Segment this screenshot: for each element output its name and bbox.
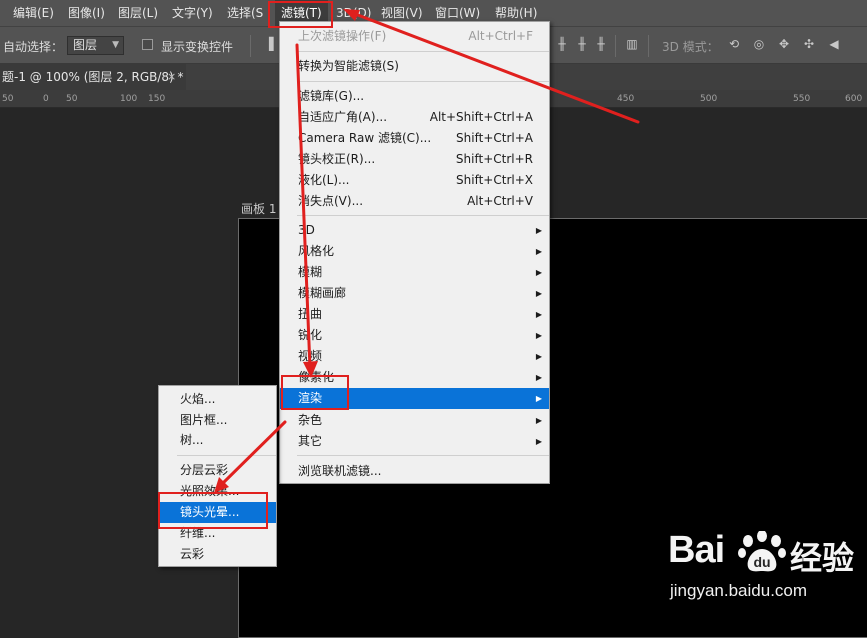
watermark-brand: Bai [668,529,725,571]
baidu-jingyan-watermark: Bai du 经验 jingyan.baidu.com [668,529,863,609]
watermark-brand-cn: 经验 [790,539,855,577]
annotation-arrow-to-lens-flare [218,420,287,488]
annotation-arrow-to-filter [348,10,640,124]
arrowhead-icon [343,9,360,21]
paw-icon: du [738,531,786,572]
watermark-site: jingyan.baidu.com [670,581,808,600]
arrowhead-icon [303,361,318,378]
svg-text:du: du [753,554,770,570]
annotation-arrow-to-render [295,43,312,370]
